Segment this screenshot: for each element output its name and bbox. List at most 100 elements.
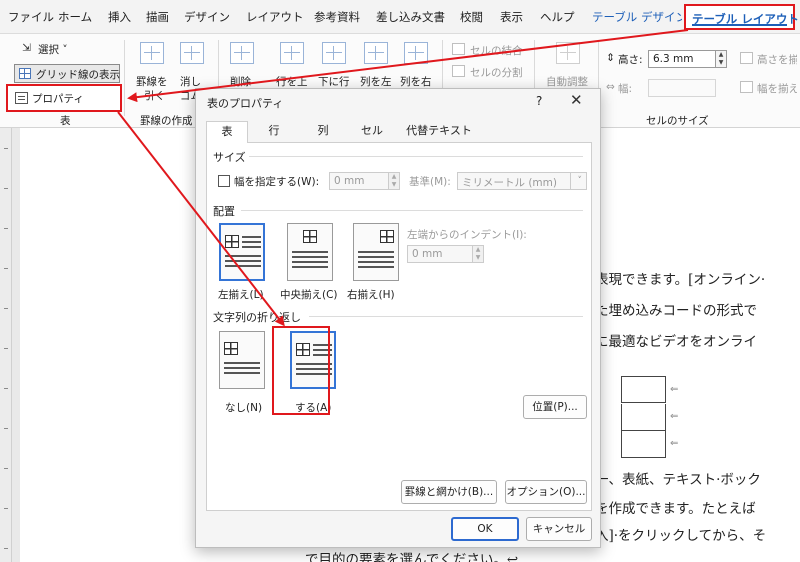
tab-alt-text[interactable]: 代替テキスト — [398, 121, 480, 143]
menu-tab-review[interactable]: 校閲 — [460, 9, 483, 25]
help-icon[interactable]: ? — [536, 94, 542, 108]
group-label-table: 表 — [60, 115, 71, 127]
distribute-cols-icon — [740, 81, 753, 93]
chevron-down-icon: ˅ — [570, 173, 586, 189]
preferred-width-label[interactable]: 幅を指定する(W): — [234, 174, 319, 189]
height-spinner[interactable]: ▲ ▼ — [716, 50, 727, 68]
measure-label: 基準(M): — [409, 176, 451, 188]
position-button[interactable]: 位置(P)... — [523, 395, 587, 419]
section-divider — [309, 316, 583, 317]
document-text-line: た埋め込みコードの形式で — [595, 303, 757, 319]
dialog-title: 表のプロパティ — [207, 97, 284, 110]
wrap-none-option[interactable] — [219, 331, 265, 389]
menu-tab-table-design[interactable]: テーブル デザイン — [592, 9, 682, 25]
group-divider — [124, 40, 125, 116]
document-text-line: 表現できます。[オンライン· — [595, 272, 766, 288]
row-end-mark: ⇐ — [670, 411, 679, 422]
menu-tab-home[interactable]: ホーム — [58, 9, 92, 25]
wrap-none-label[interactable]: なし(N) — [225, 400, 262, 415]
indent-value: 0 mm — [412, 248, 443, 260]
cancel-button[interactable]: キャンセル — [526, 517, 592, 541]
eraser-icon[interactable] — [180, 42, 204, 64]
insert-left-icon[interactable] — [364, 42, 388, 64]
menu-tab-table-layout[interactable]: テーブル レイアウト — [684, 4, 799, 30]
tab-cell[interactable]: セル — [350, 121, 394, 143]
width-input[interactable] — [648, 79, 716, 97]
document-text-line: 入]·をクリックしてから、そ — [595, 528, 767, 544]
insert-below-button[interactable]: 下に行 — [318, 74, 350, 89]
delete-icon[interactable] — [230, 42, 254, 64]
wrap-highlight-box — [272, 326, 330, 415]
tab-column[interactable]: 列 — [300, 121, 346, 143]
menu-tab-mailings[interactable]: 差し込み文書 — [376, 9, 445, 25]
height-input[interactable]: 6.3 mm — [648, 50, 716, 68]
table-row[interactable] — [621, 431, 666, 458]
borders-shading-button[interactable]: 罫線と網かけ(B)... — [401, 480, 497, 504]
tab-row[interactable]: 行 — [252, 121, 296, 143]
menu-tab-view[interactable]: 表示 — [500, 9, 523, 25]
align-right-label[interactable]: 右揃え(H) — [347, 287, 395, 302]
measure-select[interactable]: ミリメートル (mm) ˅ — [457, 172, 587, 190]
width-spinner[interactable]: ▲ ▼ — [389, 172, 400, 190]
tab-table[interactable]: 表 — [206, 121, 248, 144]
merge-cells-button[interactable]: セルの結合 — [470, 43, 523, 58]
section-divider — [241, 210, 583, 211]
menu-tab-insert[interactable]: 挿入 — [108, 9, 131, 25]
insert-above-icon[interactable] — [280, 42, 304, 64]
options-button[interactable]: オプション(O)... — [505, 480, 587, 504]
menu-tab-design[interactable]: デザイン — [184, 9, 230, 25]
align-left-option[interactable] — [219, 223, 265, 281]
height-value: 6.3 mm — [653, 53, 694, 65]
view-gridlines-button[interactable]: グリッド線の表示 — [14, 64, 120, 83]
ok-button[interactable]: OK — [451, 517, 519, 541]
indent-spinner[interactable]: ▲ ▼ — [473, 245, 484, 263]
align-center-option[interactable] — [287, 223, 333, 281]
menu-tab-draw[interactable]: 描画 — [146, 9, 169, 25]
width-icon: ⇔ — [606, 81, 615, 93]
document-text-line: を作成できます。たとえば — [595, 501, 756, 517]
insert-above-button[interactable]: 行を上 — [276, 74, 308, 89]
alignment-section-title: 配置 — [213, 205, 235, 218]
draw-borders-label[interactable]: 罫線を — [136, 74, 168, 89]
close-icon[interactable]: ✕ — [570, 91, 583, 109]
distribute-rows-button[interactable]: 高さを揃える — [757, 52, 797, 67]
insert-right-button[interactable]: 列を右 — [400, 74, 432, 89]
menu-tab-file[interactable]: ファイル — [8, 9, 54, 25]
autofit-icon[interactable] — [556, 42, 580, 64]
align-left-label[interactable]: 左揃え(L) — [218, 287, 264, 302]
vertical-ruler — [0, 128, 12, 562]
draw-table-icon[interactable] — [140, 42, 164, 64]
autofit-button[interactable]: 自動調整 — [546, 74, 588, 89]
eraser-label[interactable]: 消し — [180, 74, 201, 89]
align-right-option[interactable] — [353, 223, 399, 281]
group-label-cell-size: セルのサイズ — [646, 115, 709, 127]
insert-below-icon[interactable] — [322, 42, 346, 64]
table-grid-icon — [303, 230, 317, 243]
menu-tab-help[interactable]: ヘルプ — [540, 9, 575, 25]
indent-input[interactable]: 0 mm — [407, 245, 473, 263]
table-grid-icon — [380, 230, 394, 243]
insert-right-icon[interactable] — [404, 42, 428, 64]
distribute-cols-button[interactable]: 幅を揃える — [757, 81, 797, 96]
row-end-mark: ⇐ — [670, 384, 679, 395]
table-row[interactable] — [621, 404, 666, 431]
width-input[interactable]: 0 mm — [329, 172, 389, 190]
delete-button[interactable]: 削除 — [230, 74, 251, 89]
row-end-mark: ⇐ — [670, 438, 679, 449]
document-text-line: 一、表紙、テキスト·ボック — [595, 472, 761, 488]
menu-tab-layout[interactable]: レイアウト — [246, 9, 304, 25]
gridlines-icon — [19, 68, 31, 79]
size-section-title: サイズ — [213, 151, 246, 164]
menu-tab-references[interactable]: 参考資料 — [314, 9, 360, 25]
width-label: 幅: — [618, 83, 633, 95]
section-divider — [249, 156, 583, 157]
select-button[interactable]: 選択 ˅ — [38, 42, 68, 57]
preferred-width-checkbox[interactable] — [218, 175, 230, 187]
document-text-line: に最適なビデオをオンライ — [595, 334, 757, 350]
insert-left-button[interactable]: 列を左 — [360, 74, 392, 89]
split-cells-button[interactable]: セルの分割 — [470, 65, 523, 80]
table-row[interactable] — [621, 376, 666, 403]
select-icon: ⇲ — [22, 42, 31, 54]
properties-button[interactable]: プロパティ — [6, 84, 122, 112]
align-center-label[interactable]: 中央揃え(C) — [280, 287, 338, 302]
